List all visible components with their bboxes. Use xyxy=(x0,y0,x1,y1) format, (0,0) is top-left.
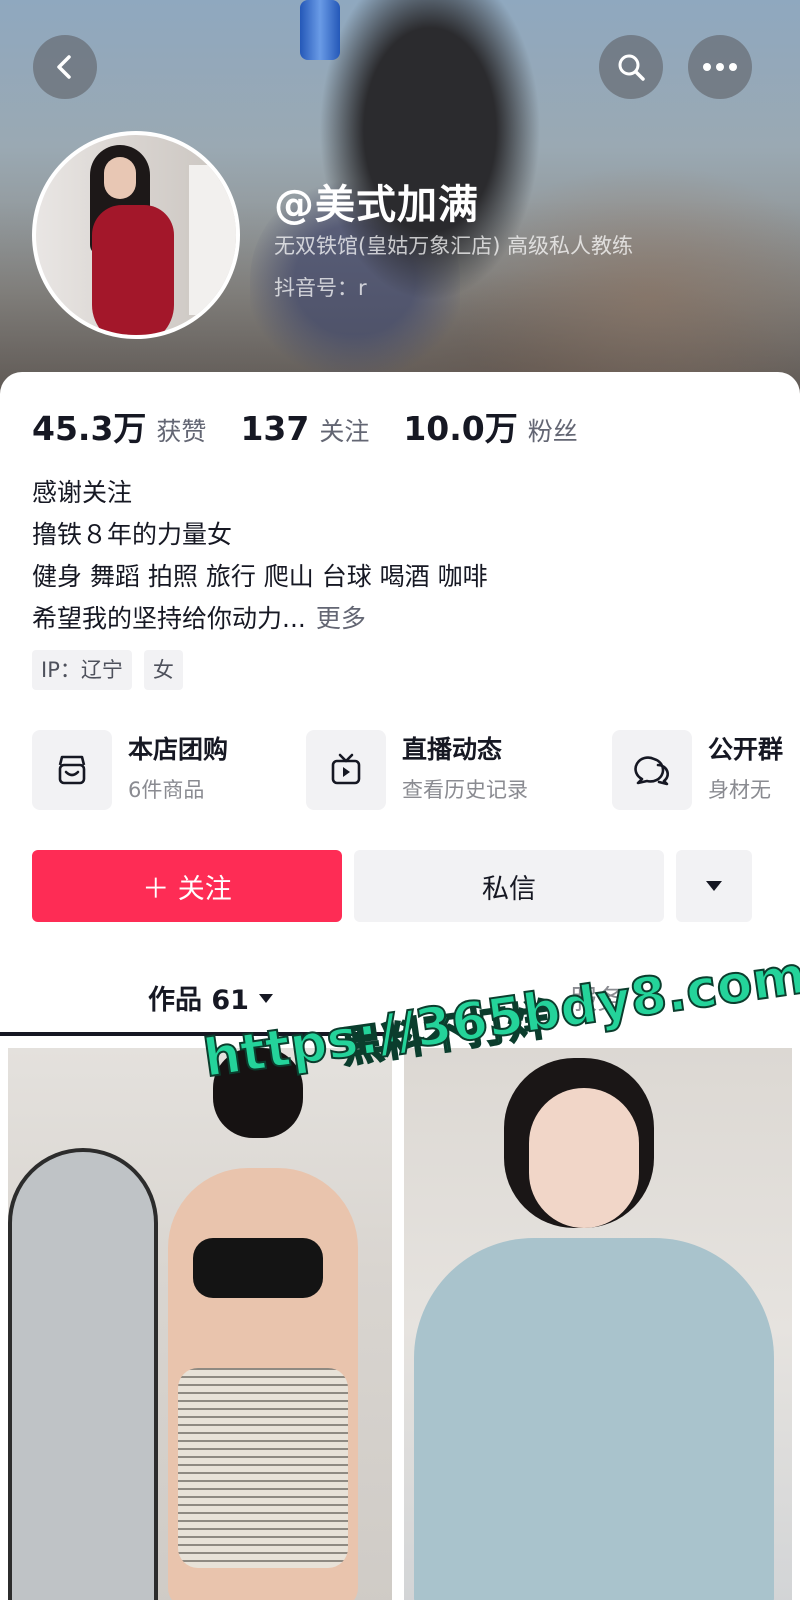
caret-down-icon xyxy=(706,881,722,891)
stat-number: 10.0万 xyxy=(403,409,518,448)
bio-line-last: 希望我的坚持给你动力... 更多 xyxy=(32,598,488,640)
follow-button[interactable]: ＋ 关注 xyxy=(32,850,342,922)
store-bag-icon xyxy=(32,730,112,810)
stat-following[interactable]: 137 关注 xyxy=(240,409,369,448)
stat-label: 关注 xyxy=(319,417,370,446)
stats-row: 45.3万 获赞 137 关注 10.0万 粉丝 xyxy=(32,402,612,450)
video-thumbnail[interactable] xyxy=(8,1048,392,1600)
bio-more-link[interactable]: 更多 xyxy=(316,604,366,633)
stat-label: 粉丝 xyxy=(527,417,578,446)
bio-line: 撸铁８年的力量女 xyxy=(32,520,233,549)
stat-number: 137 xyxy=(240,409,310,448)
entry-subtitle: 查看历史记录 xyxy=(402,778,528,802)
stat-number: 45.3万 xyxy=(32,409,147,448)
action-buttons: ＋ 关注 私信 xyxy=(32,850,752,922)
stat-likes[interactable]: 45.3万 获赞 xyxy=(32,402,206,450)
bio-line-text: 希望我的坚持给你动力... xyxy=(32,604,306,633)
tv-icon xyxy=(306,730,386,810)
stat-followers[interactable]: 10.0万 粉丝 xyxy=(403,402,577,450)
back-button[interactable] xyxy=(33,35,97,99)
chat-bubbles-icon xyxy=(612,730,692,810)
caret-down-icon xyxy=(258,993,273,1003)
douyin-id[interactable]: 抖音号：r xyxy=(274,272,367,302)
chevron-left-icon xyxy=(57,55,71,79)
entry-live[interactable]: 直播动态 查看历史记录 xyxy=(306,730,528,810)
feature-entries: 本店团购 6件商品 直播动态 查看历史记录 公开群 身材无 xyxy=(32,730,800,812)
entry-title: 公开群 xyxy=(708,735,784,764)
tab-works[interactable]: 作品 61 xyxy=(148,978,275,1017)
video-thumbnail[interactable] xyxy=(404,1048,792,1600)
avatar[interactable] xyxy=(32,131,240,339)
work-info[interactable]: 无双铁馆(皇姑万象汇店) 高级私人教练 xyxy=(274,230,633,260)
entry-title: 直播动态 xyxy=(402,735,503,764)
gender-tag: 女 xyxy=(143,650,183,690)
bio: 感谢关注 撸铁８年的力量女 健身 舞蹈 拍照 旅行 爬山 台球 喝酒 咖啡 希望… xyxy=(32,472,488,640)
recommend-dropdown-button[interactable] xyxy=(676,850,752,922)
entry-public-group[interactable]: 公开群 身材无 xyxy=(612,730,783,810)
more-dots-icon xyxy=(703,63,737,71)
video-grid xyxy=(0,1048,800,1600)
entry-subtitle: 6件商品 xyxy=(128,778,205,802)
entry-group-buy[interactable]: 本店团购 6件商品 xyxy=(32,730,228,810)
tab-works-label: 作品 61 xyxy=(148,985,249,1016)
bio-line: 健身 舞蹈 拍照 旅行 爬山 台球 喝酒 咖啡 xyxy=(32,562,488,591)
ip-location-tag: IP：辽宁 xyxy=(32,650,132,690)
message-button[interactable]: 私信 xyxy=(354,850,664,922)
entry-title: 本店团购 xyxy=(128,735,229,764)
stat-label: 获赞 xyxy=(156,417,207,446)
cover-photo-can xyxy=(300,0,340,60)
more-options-button[interactable] xyxy=(688,35,752,99)
tags-row: IP：辽宁 女 xyxy=(32,650,195,690)
search-button[interactable] xyxy=(599,35,663,99)
bio-line: 感谢关注 xyxy=(32,478,133,507)
profile-nickname: @美式加满 xyxy=(274,182,479,228)
entry-subtitle: 身材无 xyxy=(708,778,771,802)
search-icon xyxy=(618,54,645,81)
